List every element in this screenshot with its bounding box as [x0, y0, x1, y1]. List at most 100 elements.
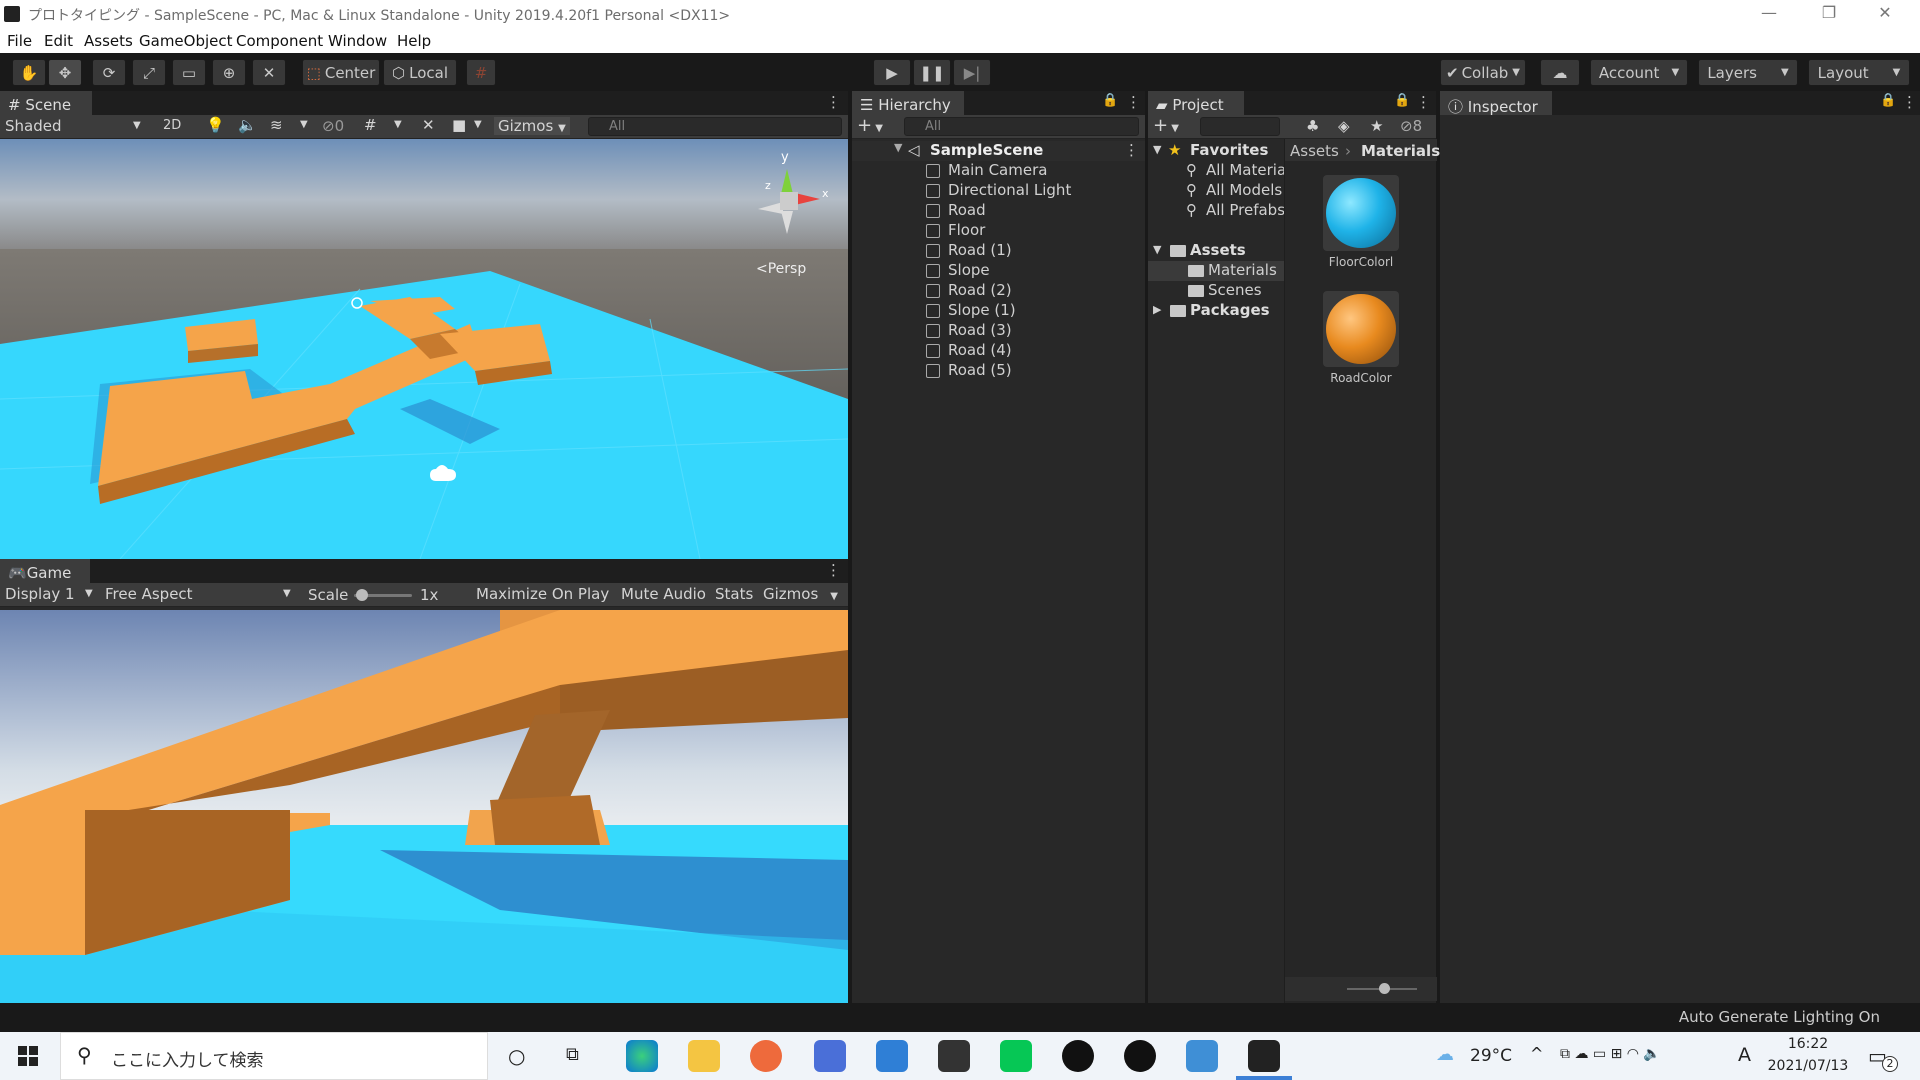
- aspect-dropdown[interactable]: Free Aspect ▼: [105, 585, 295, 603]
- transform-tool-icon[interactable]: ⊕: [212, 59, 246, 86]
- collab-dropdown[interactable]: ✔ Collab ▼: [1440, 59, 1526, 86]
- expand-arrow-icon[interactable]: ▼: [1153, 243, 1161, 256]
- material-thumbnail[interactable]: [1323, 291, 1399, 367]
- unity-taskbar-icon[interactable]: [1248, 1040, 1280, 1072]
- scene-more-icon[interactable]: ⋮: [1124, 141, 1139, 159]
- maximize-on-play-toggle[interactable]: Maximize On Play: [476, 585, 609, 603]
- scene-viewport[interactable]: y x z <Persp: [0, 139, 848, 559]
- hierarchy-item[interactable]: Road (2): [852, 281, 1145, 301]
- lighting-status-label[interactable]: Auto Generate Lighting On: [1679, 1008, 1880, 1026]
- file-explorer-icon[interactable]: [688, 1040, 720, 1072]
- menu-window[interactable]: Window: [328, 32, 387, 50]
- close-button[interactable]: ✕: [1862, 3, 1908, 27]
- weather-icon[interactable]: ☁: [1436, 1044, 1454, 1065]
- app-b-icon[interactable]: [1062, 1040, 1094, 1072]
- stats-toggle[interactable]: Stats: [715, 585, 753, 603]
- taskbar-search-box[interactable]: ⚲ ここに入力して検索: [60, 1032, 488, 1080]
- expand-arrow-icon[interactable]: ▼: [1153, 143, 1161, 156]
- scale-slider-handle[interactable]: [356, 589, 368, 601]
- chevron-up-icon[interactable]: ^: [1530, 1044, 1543, 1063]
- more-menu-icon[interactable]: ⋮: [826, 93, 841, 111]
- rect-tool-icon[interactable]: ▭: [172, 59, 206, 86]
- grid-dropdown[interactable]: ▼: [394, 119, 402, 130]
- hierarchy-item[interactable]: Road (4): [852, 341, 1145, 361]
- hierarchy-search-input[interactable]: All: [904, 117, 1139, 136]
- create-asset-button[interactable]: + ▼: [1153, 115, 1179, 136]
- clock-date[interactable]: 2021/07/13: [1762, 1058, 1854, 1074]
- tray-icons[interactable]: ⧉ ☁ ▭ ⊞ ◠ 🔈: [1560, 1046, 1661, 1062]
- task-view-icon[interactable]: ⧉: [566, 1044, 579, 1065]
- cortana-icon[interactable]: ○: [508, 1044, 525, 1068]
- lock-icon[interactable]: 🔒: [1394, 93, 1410, 108]
- shading-mode-dropdown[interactable]: Shaded ▼: [5, 117, 145, 135]
- lock-icon[interactable]: 🔒: [1880, 93, 1896, 108]
- store-icon[interactable]: [938, 1040, 970, 1072]
- hidden-packages-toggle[interactable]: ⊘8: [1400, 117, 1422, 135]
- search-by-label-icon[interactable]: ◈: [1338, 117, 1350, 135]
- mail-icon[interactable]: [876, 1040, 908, 1072]
- hierarchy-item[interactable]: Road: [852, 201, 1145, 221]
- more-menu-icon[interactable]: ⋮: [1416, 93, 1431, 111]
- menu-component[interactable]: Component: [236, 32, 323, 50]
- lock-icon[interactable]: 🔒: [1102, 93, 1118, 108]
- scene-search-input[interactable]: All: [588, 117, 842, 136]
- hidden-objects-toggle[interactable]: ⊘0: [322, 117, 344, 135]
- maximize-button[interactable]: ❐: [1806, 3, 1852, 27]
- snap-grid-icon[interactable]: #: [466, 59, 496, 86]
- tab-scene[interactable]: # Scene: [0, 91, 92, 115]
- media-player-icon[interactable]: [1124, 1040, 1156, 1072]
- search-by-type-icon[interactable]: ♣: [1306, 117, 1319, 135]
- thumbnail-size-slider-handle[interactable]: [1379, 983, 1390, 994]
- gizmos-dropdown[interactable]: Gizmos ▼: [494, 117, 570, 135]
- layout-dropdown[interactable]: Layout ▼: [1808, 59, 1910, 86]
- display-dropdown[interactable]: Display 1 ▼: [5, 585, 97, 603]
- edge-browser-icon[interactable]: [626, 1040, 658, 1072]
- menu-gameobject[interactable]: GameObject: [139, 32, 233, 50]
- create-add-button[interactable]: + ▼: [857, 115, 883, 136]
- breadcrumb-assets[interactable]: Assets: [1290, 142, 1339, 160]
- grid-toggle-icon[interactable]: #: [364, 116, 377, 134]
- hierarchy-item[interactable]: Slope (1): [852, 301, 1145, 321]
- menu-assets[interactable]: Assets: [84, 32, 133, 50]
- minimize-button[interactable]: —: [1746, 3, 1792, 27]
- more-menu-icon[interactable]: ⋮: [1126, 93, 1141, 111]
- favorite-star-icon[interactable]: ★: [1370, 117, 1383, 135]
- collapse-arrow-icon[interactable]: ▶: [1153, 303, 1161, 316]
- hierarchy-item[interactable]: Main Camera: [852, 161, 1145, 181]
- tab-inspector[interactable]: ⓘ Inspector: [1440, 91, 1552, 116]
- step-button[interactable]: ▶|: [953, 59, 991, 86]
- tab-hierarchy[interactable]: ☰ Hierarchy: [852, 91, 964, 115]
- folder-materials-row[interactable]: Materials: [1148, 261, 1284, 281]
- app-icon[interactable]: [750, 1040, 782, 1072]
- mute-audio-toggle[interactable]: Mute Audio: [621, 585, 706, 603]
- more-menu-icon[interactable]: ⋮: [1902, 93, 1917, 111]
- game-viewport[interactable]: [0, 610, 848, 1003]
- taskbar-search-input[interactable]: ここに入力して検索: [111, 1046, 264, 1071]
- tab-project[interactable]: ▰ Project: [1148, 91, 1244, 115]
- game-gizmos-dropdown[interactable]: Gizmos ▼: [763, 585, 838, 603]
- pause-button[interactable]: ❚❚: [913, 59, 951, 86]
- windows-start-icon[interactable]: [18, 1046, 38, 1066]
- lighting-toggle-icon[interactable]: 💡: [206, 116, 225, 134]
- toggle-2d-button[interactable]: 2D: [163, 118, 181, 133]
- hierarchy-item[interactable]: Floor: [852, 221, 1145, 241]
- mail-app-icon[interactable]: [814, 1040, 846, 1072]
- hierarchy-item[interactable]: Road (1): [852, 241, 1145, 261]
- account-dropdown[interactable]: Account ▼: [1590, 59, 1688, 86]
- camera-dropdown[interactable]: ▼: [474, 119, 482, 130]
- camera-icon[interactable]: ■: [452, 116, 466, 134]
- ime-indicator[interactable]: A: [1738, 1044, 1751, 1066]
- menu-edit[interactable]: Edit: [44, 32, 73, 50]
- custom-tool-icon[interactable]: ✕: [252, 59, 286, 86]
- effects-dropdown[interactable]: ▼: [300, 119, 308, 130]
- space-toggle[interactable]: ⬡ Local: [383, 59, 457, 86]
- projection-label[interactable]: <Persp: [756, 261, 806, 277]
- clock-time[interactable]: 16:22: [1768, 1036, 1848, 1052]
- rotate-tool-icon[interactable]: ⟳: [92, 59, 126, 86]
- more-menu-icon[interactable]: ⋮: [826, 561, 841, 579]
- pivot-toggle[interactable]: ⬚ Center: [302, 59, 380, 86]
- menu-file[interactable]: File: [7, 32, 32, 50]
- move-tool-icon[interactable]: ✥: [48, 59, 82, 86]
- breadcrumb-materials[interactable]: Materials: [1361, 142, 1440, 160]
- hierarchy-item[interactable]: Road (5): [852, 361, 1145, 381]
